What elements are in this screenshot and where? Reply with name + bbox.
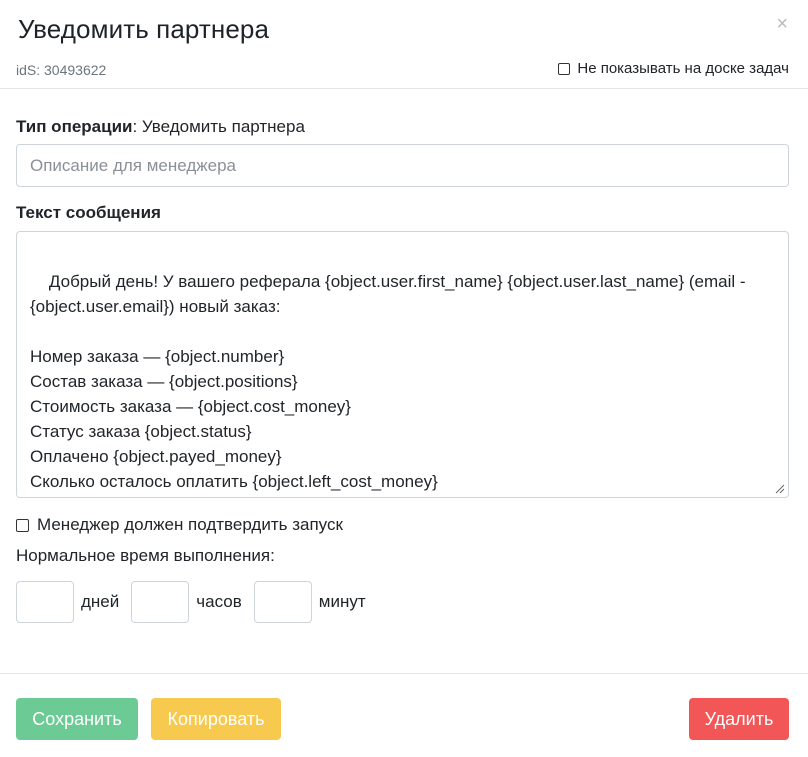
operation-type: Тип операции: Уведомить партнера	[16, 117, 305, 137]
footer-divider	[0, 673, 808, 674]
message-textarea[interactable]: Добрый день! У вашего реферала {object.u…	[16, 231, 789, 498]
operation-type-value: : Уведомить партнера	[132, 117, 305, 136]
modal-title: Уведомить партнера	[18, 14, 270, 44]
manager-description-placeholder: Описание для менеджера	[30, 155, 236, 175]
manager-description-input[interactable]: Описание для менеджера	[16, 144, 789, 187]
resize-grip-icon[interactable]	[775, 484, 785, 494]
hours-input[interactable]	[131, 581, 190, 623]
normal-time-inputs: дней часов минут	[16, 581, 378, 623]
modal-header: Уведомить партнера × idS: 30493622 Не по…	[0, 0, 808, 89]
notify-partner-modal: Уведомить партнера × idS: 30493622 Не по…	[0, 0, 808, 757]
message-text-label: Текст сообщения	[16, 203, 161, 222]
days-label: дней	[81, 592, 120, 611]
manager-confirm-checkbox[interactable]	[16, 518, 29, 532]
message-text: Добрый день! У вашего реферала {object.u…	[30, 272, 746, 491]
hide-board-option[interactable]: Не показывать на доске задач	[558, 60, 789, 77]
normal-time-label: Нормальное время выполнения:	[16, 546, 275, 565]
hide-board-label: Не показывать на доске задач	[577, 60, 789, 77]
minutes-label: минут	[318, 592, 366, 611]
days-input[interactable]	[16, 581, 74, 623]
close-icon[interactable]: ×	[776, 14, 788, 34]
save-button[interactable]: Сохранить	[16, 698, 138, 740]
hide-board-checkbox[interactable]	[558, 62, 571, 75]
hours-label: часов	[196, 592, 242, 611]
operation-type-label: Тип операции	[16, 117, 133, 136]
delete-button[interactable]: Удалить	[689, 698, 789, 740]
manager-confirm-option[interactable]: Менеджер должен подтвердить запуск	[16, 515, 343, 535]
manager-confirm-label: Менеджер должен подтвердить запуск	[37, 515, 343, 534]
minutes-input[interactable]	[253, 581, 312, 623]
ids-label: idS: 30493622	[16, 62, 107, 78]
copy-button[interactable]: Копировать	[151, 698, 281, 740]
